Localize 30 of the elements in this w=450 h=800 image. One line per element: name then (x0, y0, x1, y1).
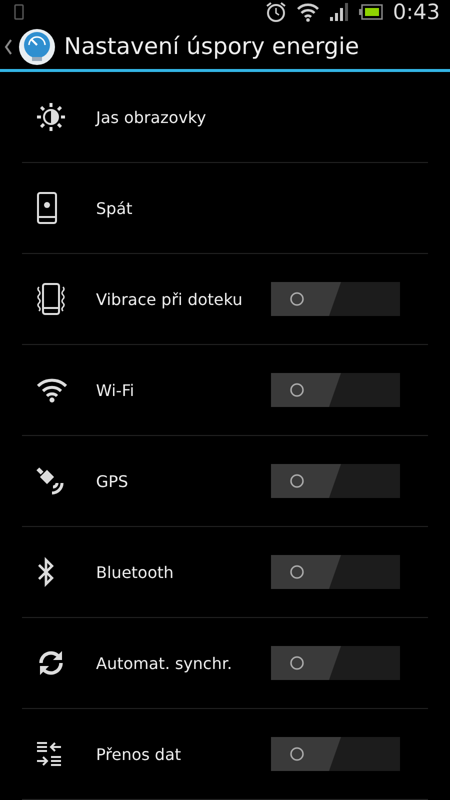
toggle-switch[interactable] (271, 464, 400, 498)
brightness-icon (36, 102, 66, 132)
setting-label[interactable]: Spát (96, 198, 428, 218)
setting-label[interactable]: Přenos dat (96, 744, 271, 764)
clock-time: 0:43 (392, 0, 440, 24)
toggle-switch[interactable] (271, 373, 400, 407)
vibrating-phone-icon (36, 283, 66, 315)
toggle-switch[interactable] (271, 555, 400, 589)
screen-title: Nastavení úspory energie (64, 34, 360, 60)
battery-icon (358, 4, 383, 20)
back-chevron-icon[interactable] (4, 38, 12, 55)
toggle-switch[interactable] (271, 282, 400, 316)
setting-label[interactable]: GPS (96, 472, 271, 490)
phone-icon (36, 192, 58, 224)
toggle-switch[interactable] (271, 646, 400, 680)
cell-signal-icon (328, 2, 349, 22)
bluetooth-icon (36, 557, 56, 587)
data-transfer-icon (36, 740, 62, 768)
setting-label[interactable]: Bluetooth (96, 562, 271, 582)
alarm-clock-icon (264, 1, 287, 24)
speedometer-icon (18, 28, 56, 66)
wifi-signal-icon (296, 2, 319, 22)
toggle-switch[interactable] (271, 737, 400, 771)
setting-label[interactable]: Automat. synchr. (96, 654, 271, 672)
phone-outline-icon (14, 4, 24, 20)
setting-label[interactable]: Vibrace při doteku (96, 290, 271, 308)
wifi-icon (36, 377, 68, 403)
satellite-icon (36, 466, 66, 496)
setting-label[interactable]: Jas obrazovky (96, 108, 428, 126)
setting-label[interactable]: Wi-Fi (96, 380, 271, 400)
